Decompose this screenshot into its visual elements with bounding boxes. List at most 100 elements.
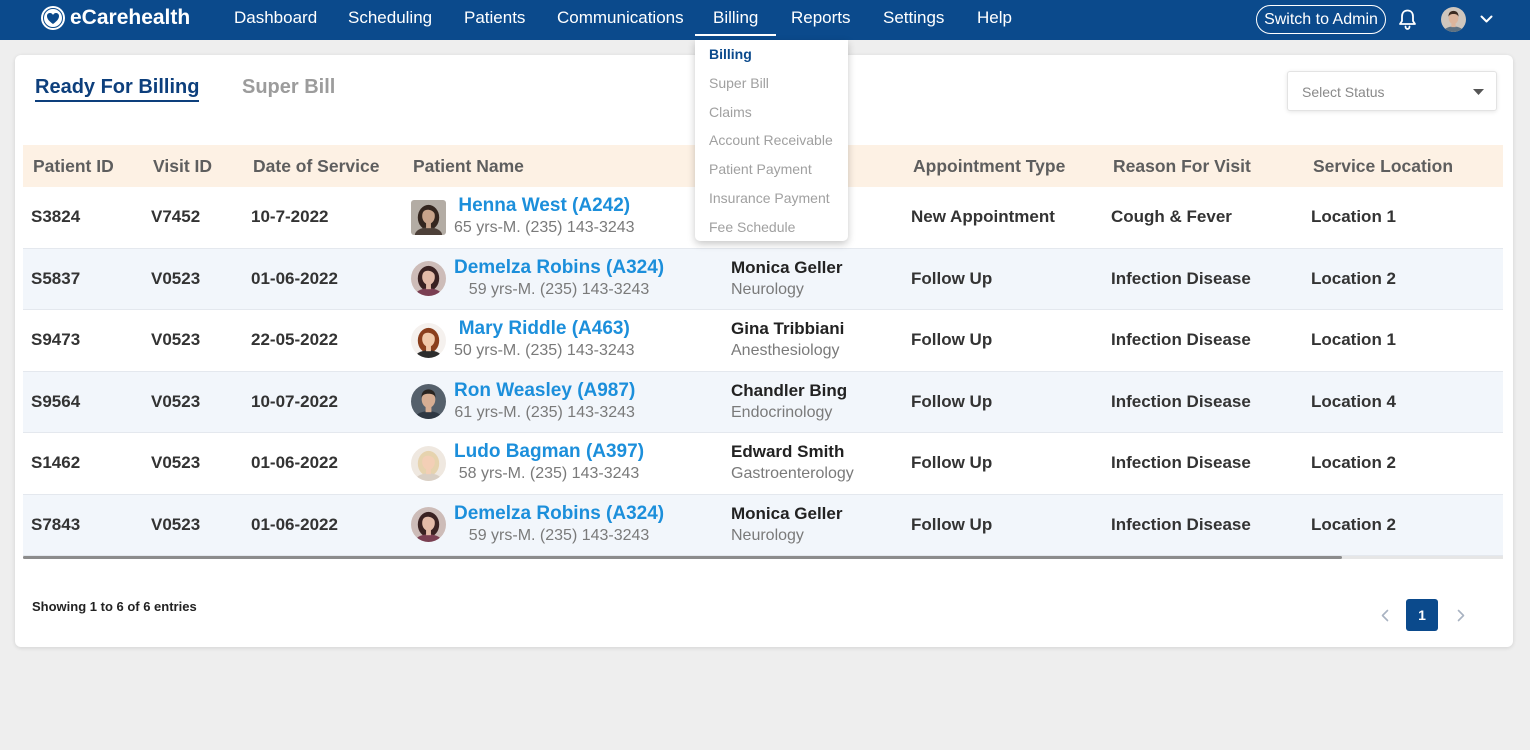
reason-for-visit-cell: Cough & Fever — [1111, 207, 1232, 227]
table-row: S7843 V0523 01-06-2022 Demelza Robins (A… — [23, 494, 1503, 556]
service-location-cell: Location 4 — [1311, 391, 1397, 411]
patient-name-link[interactable]: Demelza Robins (A324) — [454, 503, 664, 525]
patient-cell: Ron Weasley (A987) 61 yrs-M. (235) 143-3… — [403, 372, 723, 433]
reason-for-visit-cell: Infection Disease — [1111, 514, 1251, 534]
tab-super-bill[interactable]: Super Bill — [242, 75, 335, 99]
provider-name: Chandler Bing — [731, 380, 848, 400]
pagination-page-current[interactable]: 1 — [1406, 599, 1438, 631]
patient-cell: Demelza Robins (A324) 59 yrs-M. (235) 14… — [403, 495, 723, 556]
patient-avatar — [411, 199, 446, 235]
appointment-type-cell: Follow Up — [911, 268, 993, 288]
nav-item-help[interactable]: Help — [959, 0, 1030, 36]
patient-info: Demelza Robins (A324) 59 yrs-M. (235) 14… — [454, 503, 664, 547]
visit-id-cell: V0523 — [151, 453, 201, 473]
switch-to-admin-button[interactable]: Switch to Admin — [1256, 5, 1386, 34]
bell-icon[interactable] — [1397, 8, 1418, 31]
appointment-type-cell: Follow Up — [911, 453, 993, 473]
nav-item-patients[interactable]: Patients — [446, 0, 543, 36]
patient-id-cell: S7843 — [31, 514, 81, 534]
provider-cell: Chandler Bing Endocrinology — [723, 372, 903, 433]
provider-specialty: Neurology — [731, 526, 804, 544]
billing-dropdown-menu: Billing Super Bill Claims Account Receiv… — [695, 40, 848, 241]
app-logo[interactable]: eCarehealth — [40, 5, 190, 31]
date-of-service-cell: 22-05-2022 — [251, 330, 338, 350]
menu-item-billing[interactable]: Billing — [695, 40, 848, 69]
patient-details: 58 yrs-M. (235) 143-3243 — [458, 465, 640, 483]
visit-id-cell: V0523 — [151, 391, 201, 411]
patient-id-cell: S3824 — [31, 207, 81, 227]
visit-id-cell: V0523 — [151, 268, 201, 288]
chevron-down-icon[interactable] — [1480, 15, 1493, 24]
chevron-left-icon[interactable] — [1381, 609, 1389, 622]
reason-for-visit-cell: Infection Disease — [1111, 453, 1251, 473]
patient-name-link[interactable]: Ron Weasley (A987) — [454, 380, 635, 402]
nav-item-billing[interactable]: Billing — [695, 0, 777, 36]
date-of-service-cell: 01-06-2022 — [251, 514, 338, 534]
header-appointment-type: Appointment Type — [913, 156, 1066, 176]
reason-for-visit-cell: Infection Disease — [1111, 330, 1251, 350]
patient-info: Demelza Robins (A324) 59 yrs-M. (235) 14… — [454, 257, 664, 301]
appointment-type-cell: Follow Up — [911, 514, 993, 534]
scrollbar-thumb[interactable] — [23, 556, 1342, 559]
patient-cell: Demelza Robins (A324) 59 yrs-M. (235) 14… — [403, 249, 723, 310]
provider-cell: Gina Tribbiani Anesthesiology — [723, 310, 903, 371]
user-avatar[interactable] — [1441, 7, 1466, 32]
menu-item-fee-schedule[interactable]: Fee Schedule — [695, 213, 848, 242]
patient-id-cell: S5837 — [31, 268, 81, 288]
appointment-type-cell: Follow Up — [911, 330, 993, 350]
provider-specialty: Endocrinology — [731, 403, 833, 421]
menu-item-insurance-payment[interactable]: Insurance Payment — [695, 184, 848, 213]
tab-ready-for-billing[interactable]: Ready For Billing — [35, 75, 200, 102]
provider-specialty: Gastroenterology — [731, 465, 854, 483]
visit-id-cell: V7452 — [151, 207, 201, 227]
patient-name-link[interactable]: Ludo Bagman (A397) — [454, 441, 644, 463]
nav-item-communications[interactable]: Communications — [539, 0, 702, 36]
patient-name-link[interactable]: Henna West (A242) — [458, 195, 630, 217]
menu-item-patient-payment[interactable]: Patient Payment — [695, 155, 848, 184]
patient-cell: Mary Riddle (A463) 50 yrs-M. (235) 143-3… — [403, 310, 723, 371]
provider-name: Gina Tribbiani — [731, 319, 845, 339]
patient-avatar — [411, 322, 446, 358]
menu-item-claims[interactable]: Claims — [695, 98, 848, 127]
table-horizontal-scrollbar[interactable] — [23, 556, 1503, 559]
top-navbar: eCarehealth Dashboard Scheduling Patient… — [0, 0, 1530, 40]
provider-name: Edward Smith — [731, 442, 845, 462]
date-of-service-cell: 10-07-2022 — [251, 391, 338, 411]
patient-details: 61 yrs-M. (235) 143-3243 — [454, 403, 635, 421]
status-select[interactable]: Select Status — [1287, 71, 1497, 111]
patient-cell: Ludo Bagman (A397) 58 yrs-M. (235) 143-3… — [403, 433, 723, 494]
menu-item-super-bill[interactable]: Super Bill — [695, 69, 848, 98]
status-select-placeholder: Select Status — [1302, 84, 1385, 100]
visit-id-cell: V0523 — [151, 514, 201, 534]
nav-item-settings[interactable]: Settings — [865, 0, 962, 36]
patient-details: 50 yrs-M. (235) 143-3243 — [454, 342, 635, 360]
header-service-location: Service Location — [1313, 156, 1454, 176]
appointment-type-cell: Follow Up — [911, 391, 993, 411]
provider-specialty: Neurology — [731, 280, 804, 298]
patient-details: 59 yrs-M. (235) 143-3243 — [468, 280, 650, 298]
patient-details: 65 yrs-M. (235) 143-3243 — [454, 219, 635, 237]
provider-cell: Monica Geller Neurology — [723, 249, 903, 310]
date-of-service-cell: 10-7-2022 — [251, 207, 329, 227]
service-location-cell: Location 2 — [1311, 268, 1397, 288]
header-reason-for-visit: Reason For Visit — [1113, 156, 1251, 176]
patient-avatar — [411, 507, 446, 543]
header-visit-id: Visit ID — [153, 156, 213, 176]
nav-item-scheduling[interactable]: Scheduling — [330, 0, 450, 36]
menu-item-account-receivable[interactable]: Account Receivable — [695, 126, 848, 155]
nav-item-dashboard[interactable]: Dashboard — [216, 0, 335, 36]
patient-name-link[interactable]: Demelza Robins (A324) — [454, 257, 664, 279]
service-location-cell: Location 1 — [1311, 207, 1397, 227]
patient-details: 59 yrs-M. (235) 143-3243 — [468, 526, 650, 544]
patient-name-link[interactable]: Mary Riddle (A463) — [459, 318, 630, 340]
provider-name: Monica Geller — [731, 503, 843, 523]
provider-specialty: Anesthesiology — [731, 342, 840, 360]
heart-circle-icon — [41, 6, 65, 30]
provider-name: Monica Geller — [731, 257, 843, 277]
provider-cell: Monica Geller Neurology — [723, 495, 903, 556]
patient-info: Ludo Bagman (A397) 58 yrs-M. (235) 143-3… — [454, 441, 644, 485]
nav-item-reports[interactable]: Reports — [773, 0, 869, 36]
chevron-right-icon[interactable] — [1457, 609, 1465, 622]
date-of-service-cell: 01-06-2022 — [251, 453, 338, 473]
patient-id-cell: S9473 — [31, 330, 81, 350]
